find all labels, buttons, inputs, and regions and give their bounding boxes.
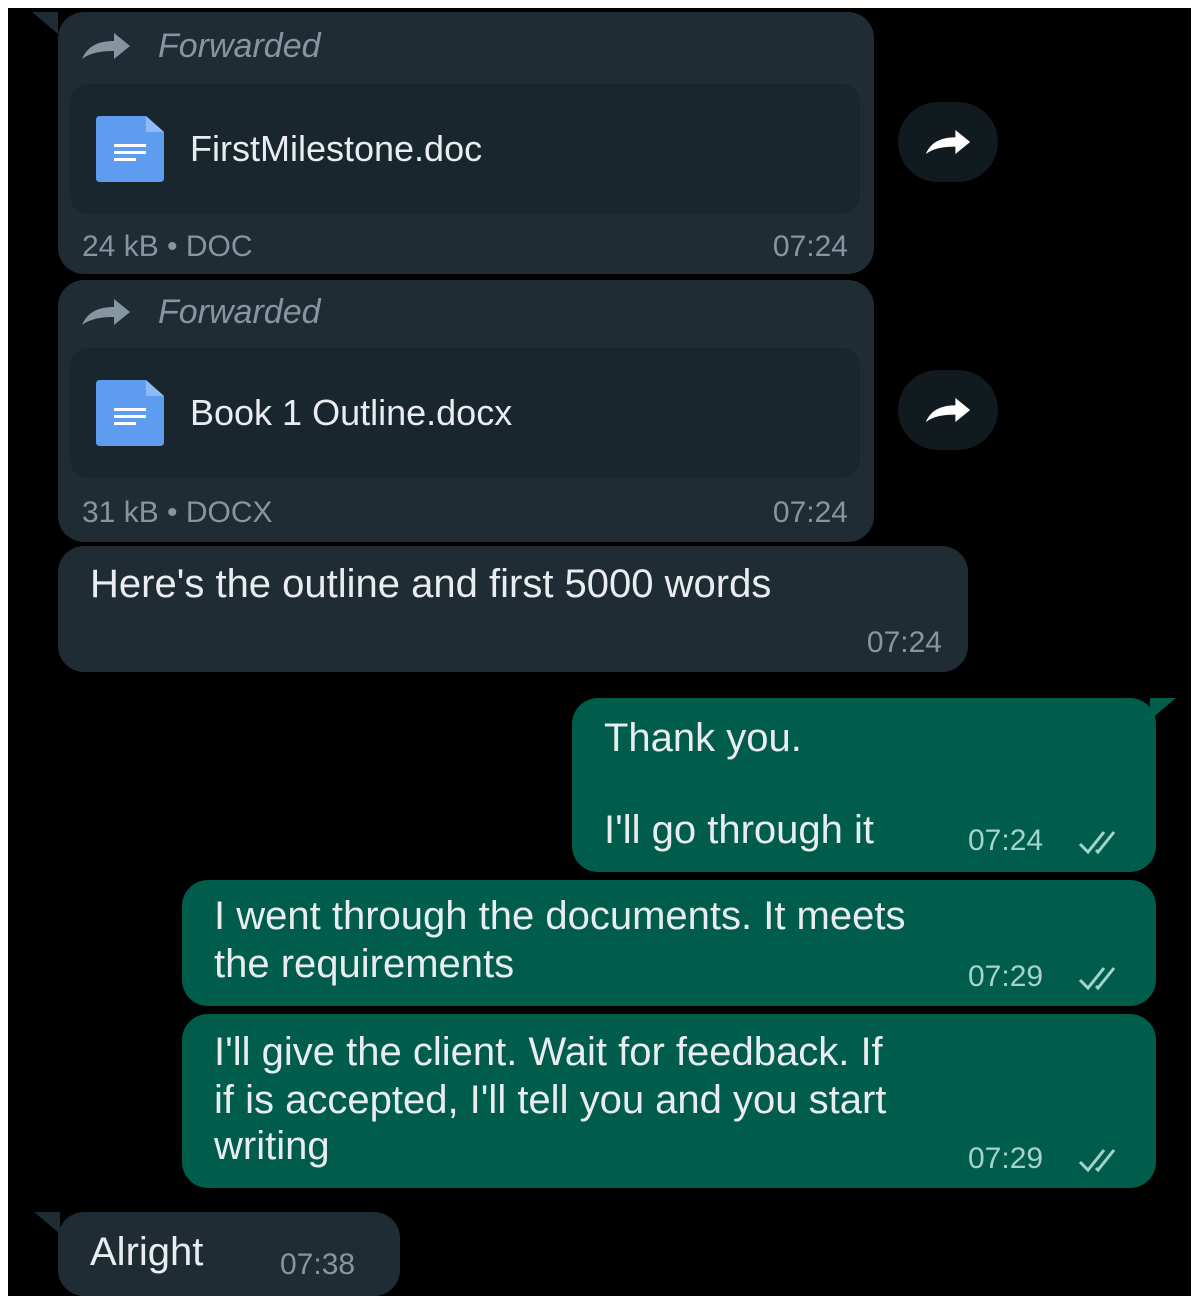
message-text: I'll go through it bbox=[604, 808, 875, 852]
forwarded-text: Forwarded bbox=[158, 26, 321, 65]
document-message[interactable]: Forwarded Book 1 Outline.docx 31 kB • DO… bbox=[58, 280, 874, 542]
message-time: 07:24 bbox=[968, 824, 1044, 857]
document-icon bbox=[96, 116, 164, 182]
message-text: I'll give the client. Wait for feedback.… bbox=[214, 1030, 883, 1074]
chat-screen: Forwarded FirstMilestone.doc 24 kB • DOC… bbox=[8, 8, 1191, 1296]
share-icon bbox=[925, 130, 971, 154]
message-text: Thank you. bbox=[604, 716, 802, 760]
message-text: Here's the outline and first 5000 words bbox=[90, 562, 772, 606]
message-text: writing bbox=[214, 1124, 330, 1168]
forwarded-label: Forwarded bbox=[80, 26, 321, 66]
forwarded-label: Forwarded bbox=[80, 292, 321, 332]
document-meta: 24 kB • DOC bbox=[82, 230, 253, 263]
text-message[interactable]: Alright 07:38 bbox=[58, 1212, 400, 1296]
message-time: 07:29 bbox=[968, 1142, 1044, 1175]
message-time: 07:24 bbox=[772, 496, 848, 529]
bubble-tail bbox=[32, 12, 58, 34]
document-meta: 31 kB • DOCX bbox=[82, 496, 273, 529]
document-file-name: Book 1 Outline.docx bbox=[190, 392, 513, 433]
text-message[interactable]: Thank you. I'll go through it 07:24 bbox=[572, 698, 1156, 872]
message-text: I went through the documents. It meets bbox=[214, 894, 906, 938]
forwarded-text: Forwarded bbox=[158, 292, 321, 331]
message-time: 07:29 bbox=[968, 960, 1044, 993]
document-card[interactable]: FirstMilestone.doc bbox=[70, 84, 860, 214]
bubble-tail bbox=[34, 1212, 60, 1234]
double-check-icon bbox=[1078, 831, 1116, 855]
document-card[interactable]: Book 1 Outline.docx bbox=[70, 348, 860, 478]
share-button[interactable] bbox=[898, 370, 998, 450]
document-file-name: FirstMilestone.doc bbox=[190, 128, 483, 169]
message-time: 07:24 bbox=[866, 626, 942, 659]
double-check-icon bbox=[1078, 1149, 1116, 1173]
message-text: Alright bbox=[90, 1230, 204, 1274]
text-message[interactable]: Here's the outline and first 5000 words … bbox=[58, 546, 968, 672]
message-time: 07:24 bbox=[772, 230, 848, 263]
message-text: if is accepted, I'll tell you and you st… bbox=[214, 1078, 887, 1122]
double-check-icon bbox=[1078, 967, 1116, 991]
text-message[interactable]: I went through the documents. It meets t… bbox=[182, 880, 1156, 1006]
forward-arrow-icon bbox=[82, 33, 130, 59]
share-button[interactable] bbox=[898, 102, 998, 182]
text-message[interactable]: I'll give the client. Wait for feedback.… bbox=[182, 1014, 1156, 1188]
message-time: 07:38 bbox=[280, 1248, 356, 1281]
message-text: the requirements bbox=[214, 942, 515, 986]
document-icon bbox=[96, 380, 164, 446]
forward-arrow-icon bbox=[82, 299, 130, 325]
document-message[interactable]: Forwarded FirstMilestone.doc 24 kB • DOC… bbox=[58, 12, 874, 274]
share-icon bbox=[925, 398, 971, 422]
